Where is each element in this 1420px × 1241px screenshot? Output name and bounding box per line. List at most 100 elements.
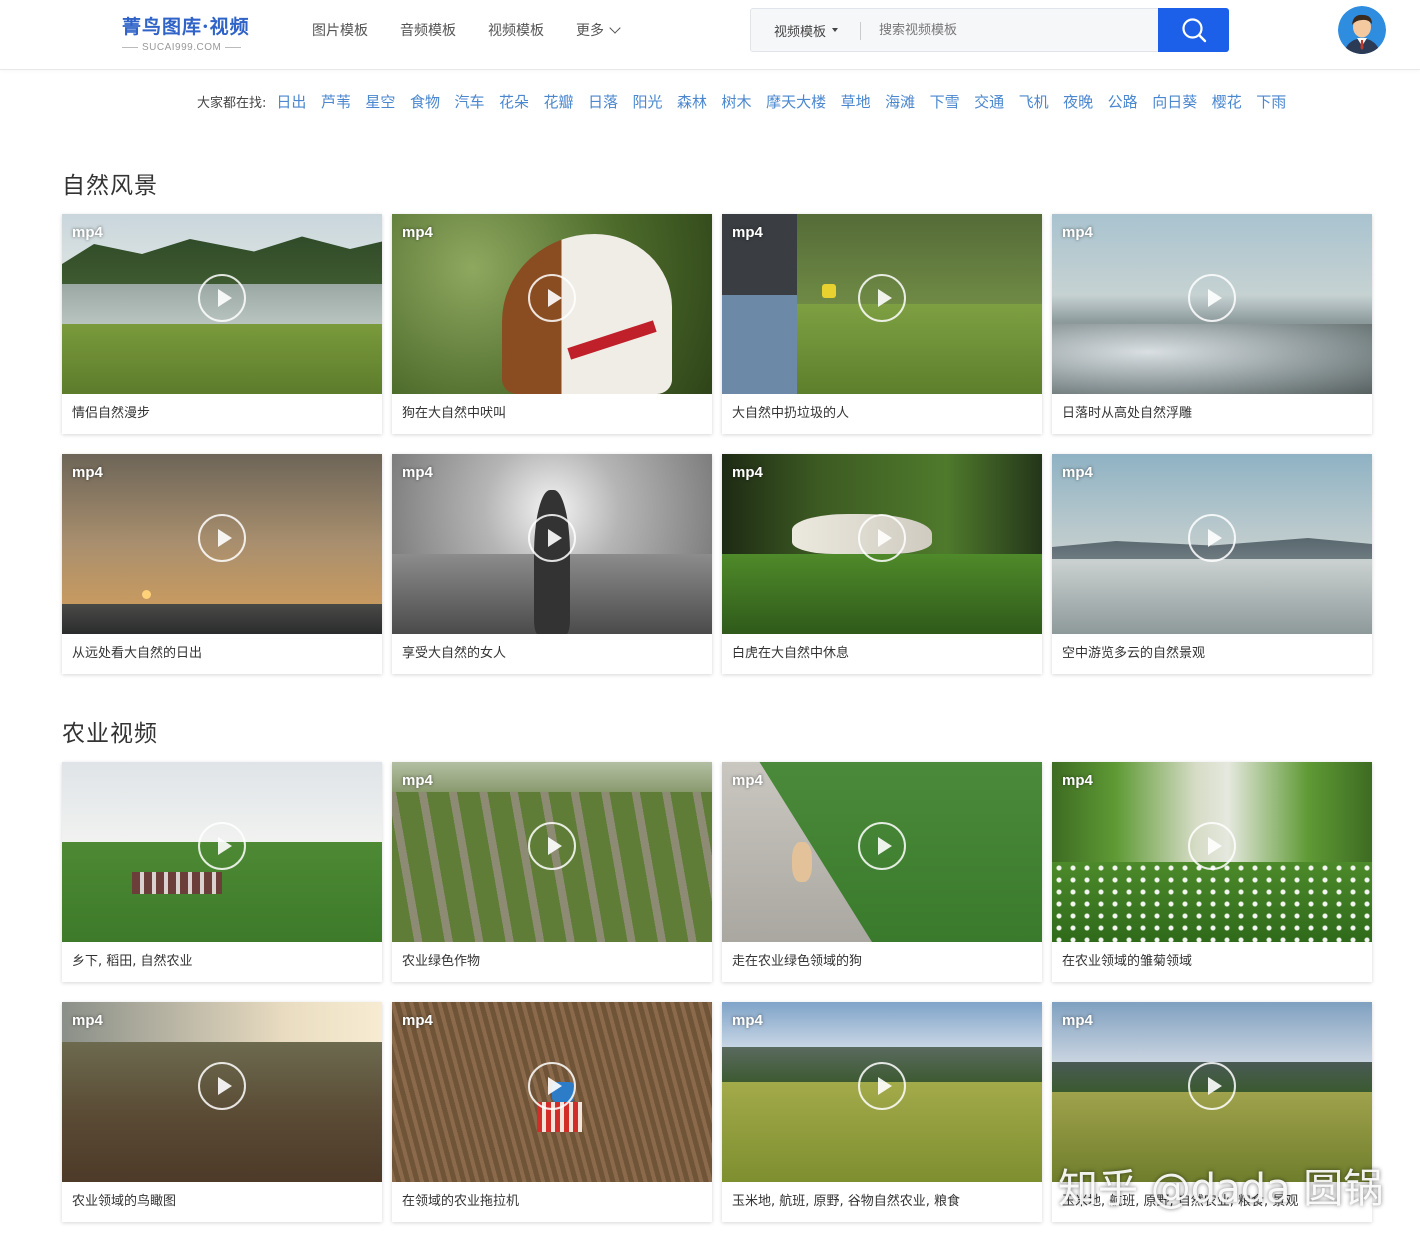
format-badge: mp4: [72, 224, 103, 241]
video-card[interactable]: mp4 玉米地, 航班, 原野, 谷物自然农业, 粮食: [722, 1002, 1042, 1222]
video-title: 从远处看大自然的日出: [72, 646, 203, 661]
play-icon[interactable]: [1188, 274, 1236, 322]
video-thumbnail: mp4: [722, 1002, 1042, 1182]
hot-tag[interactable]: 日落: [588, 91, 618, 112]
hot-tag[interactable]: 日出: [276, 91, 306, 112]
video-card[interactable]: mp4 农业领域的鸟瞰图: [62, 1002, 382, 1222]
play-icon[interactable]: [198, 274, 246, 322]
video-title: 农业绿色作物: [402, 954, 481, 969]
search-input[interactable]: [861, 9, 1158, 51]
video-thumbnail: mp4: [1052, 1002, 1372, 1182]
video-card[interactable]: mp4 情侣自然漫步: [62, 214, 382, 434]
format-badge: mp4: [402, 464, 433, 481]
video-card[interactable]: mp4 空中游览多云的自然景观: [1052, 454, 1372, 674]
hot-tag[interactable]: 树木: [722, 91, 752, 112]
video-grid-agriculture: 乡下, 稻田, 自然农业 mp4 农业绿色作物 mp4 走在农业绿色领域的狗 m…: [62, 762, 1372, 1222]
video-title: 走在农业绿色领域的狗: [732, 954, 863, 969]
hot-tag[interactable]: 下雪: [930, 91, 960, 112]
hot-tag[interactable]: 摩天大楼: [766, 91, 826, 112]
format-badge: mp4: [72, 1012, 103, 1029]
video-title: 在农业领域的雏菊领域: [1062, 954, 1193, 969]
play-icon[interactable]: [198, 514, 246, 562]
hot-tag[interactable]: 夜晚: [1063, 91, 1093, 112]
avatar[interactable]: [1338, 6, 1386, 54]
section-title-agriculture: 农业视频: [62, 721, 158, 747]
format-badge: mp4: [1062, 1012, 1093, 1029]
play-icon[interactable]: [528, 1062, 576, 1110]
video-title: 玉米地, 航班, 原野, 谷物自然农业, 粮食: [732, 1194, 961, 1209]
play-icon[interactable]: [528, 822, 576, 870]
play-icon[interactable]: [1188, 1062, 1236, 1110]
hot-tag[interactable]: 星空: [365, 91, 395, 112]
video-thumbnail: [62, 762, 382, 942]
video-card[interactable]: mp4 狗在大自然中吠叫: [392, 214, 712, 434]
video-card[interactable]: mp4 白虎在大自然中休息: [722, 454, 1042, 674]
video-card[interactable]: mp4 享受大自然的女人: [392, 454, 712, 674]
video-thumbnail: mp4: [1052, 214, 1372, 394]
play-icon[interactable]: [858, 822, 906, 870]
nav-audio-templates[interactable]: 音频模板: [400, 20, 456, 40]
hot-tag[interactable]: 芦苇: [321, 91, 351, 112]
format-badge: mp4: [1062, 772, 1093, 789]
video-thumbnail: mp4: [392, 454, 712, 634]
format-badge: mp4: [402, 1012, 433, 1029]
play-icon[interactable]: [1188, 514, 1236, 562]
video-thumbnail: mp4: [722, 454, 1042, 634]
main-nav: 图片模板 音频模板 视频模板 更多: [312, 0, 651, 60]
format-badge: mp4: [1062, 464, 1093, 481]
format-badge: mp4: [732, 464, 763, 481]
video-thumbnail: mp4: [722, 762, 1042, 942]
nav-more[interactable]: 更多: [576, 20, 621, 40]
hot-tag[interactable]: 花朵: [499, 91, 529, 112]
hot-tag[interactable]: 公路: [1108, 91, 1138, 112]
hot-tag[interactable]: 向日葵: [1152, 91, 1197, 112]
video-card[interactable]: mp4 从远处看大自然的日出: [62, 454, 382, 674]
video-card[interactable]: mp4 在领域的农业拖拉机: [392, 1002, 712, 1222]
format-badge: mp4: [402, 772, 433, 789]
play-icon[interactable]: [198, 822, 246, 870]
hot-tag[interactable]: 汽车: [454, 91, 484, 112]
nav-video-templates[interactable]: 视频模板: [488, 20, 544, 40]
play-icon[interactable]: [858, 274, 906, 322]
video-thumbnail: mp4: [62, 454, 382, 634]
search-button[interactable]: [1158, 8, 1229, 52]
nav-image-templates[interactable]: 图片模板: [312, 20, 368, 40]
hot-tag[interactable]: 食物: [410, 91, 440, 112]
video-thumbnail: mp4: [1052, 454, 1372, 634]
hot-search-label: 大家都在找:: [197, 95, 267, 111]
play-icon[interactable]: [198, 1062, 246, 1110]
hot-tag[interactable]: 阳光: [633, 91, 663, 112]
video-title: 白虎在大自然中休息: [732, 646, 850, 661]
play-icon[interactable]: [858, 514, 906, 562]
hot-tag[interactable]: 飞机: [1019, 91, 1049, 112]
format-badge: mp4: [1062, 224, 1093, 241]
hot-tag[interactable]: 草地: [841, 91, 871, 112]
video-card[interactable]: mp4 走在农业绿色领域的狗: [722, 762, 1042, 982]
play-icon[interactable]: [1188, 822, 1236, 870]
play-icon[interactable]: [528, 514, 576, 562]
video-thumbnail: mp4: [722, 214, 1042, 394]
hot-tag[interactable]: 樱花: [1212, 91, 1242, 112]
logo-domain: SUCAI999.COM: [122, 42, 268, 53]
hot-tag[interactable]: 森林: [677, 91, 707, 112]
video-title: 情侣自然漫步: [72, 406, 151, 421]
video-card[interactable]: mp4 大自然中扔垃圾的人: [722, 214, 1042, 434]
hot-tag[interactable]: 交通: [974, 91, 1004, 112]
video-card[interactable]: mp4 日落时从高处自然浮雕: [1052, 214, 1372, 434]
hot-tag[interactable]: 花瓣: [543, 91, 573, 112]
video-card[interactable]: 乡下, 稻田, 自然农业: [62, 762, 382, 982]
video-thumbnail: mp4: [62, 214, 382, 394]
video-card[interactable]: mp4 在农业领域的雏菊领域: [1052, 762, 1372, 982]
video-title: 狗在大自然中吠叫: [402, 406, 507, 421]
search-category-select[interactable]: 视频模板: [751, 9, 861, 51]
play-icon[interactable]: [858, 1062, 906, 1110]
section-title-nature: 自然风景: [62, 173, 158, 199]
video-thumbnail: mp4: [392, 1002, 712, 1182]
play-icon[interactable]: [528, 274, 576, 322]
site-logo[interactable]: 菁鸟图库·视频 SUCAI999.COM: [122, 12, 268, 54]
hot-tag[interactable]: 下雨: [1256, 91, 1286, 112]
video-title: 在领域的农业拖拉机: [402, 1194, 520, 1209]
video-card[interactable]: mp4 农业绿色作物: [392, 762, 712, 982]
hot-tag[interactable]: 海滩: [885, 91, 915, 112]
video-grid-nature: mp4 情侣自然漫步 mp4 狗在大自然中吠叫 mp4 大自然中扔垃圾的人 mp…: [62, 214, 1372, 674]
